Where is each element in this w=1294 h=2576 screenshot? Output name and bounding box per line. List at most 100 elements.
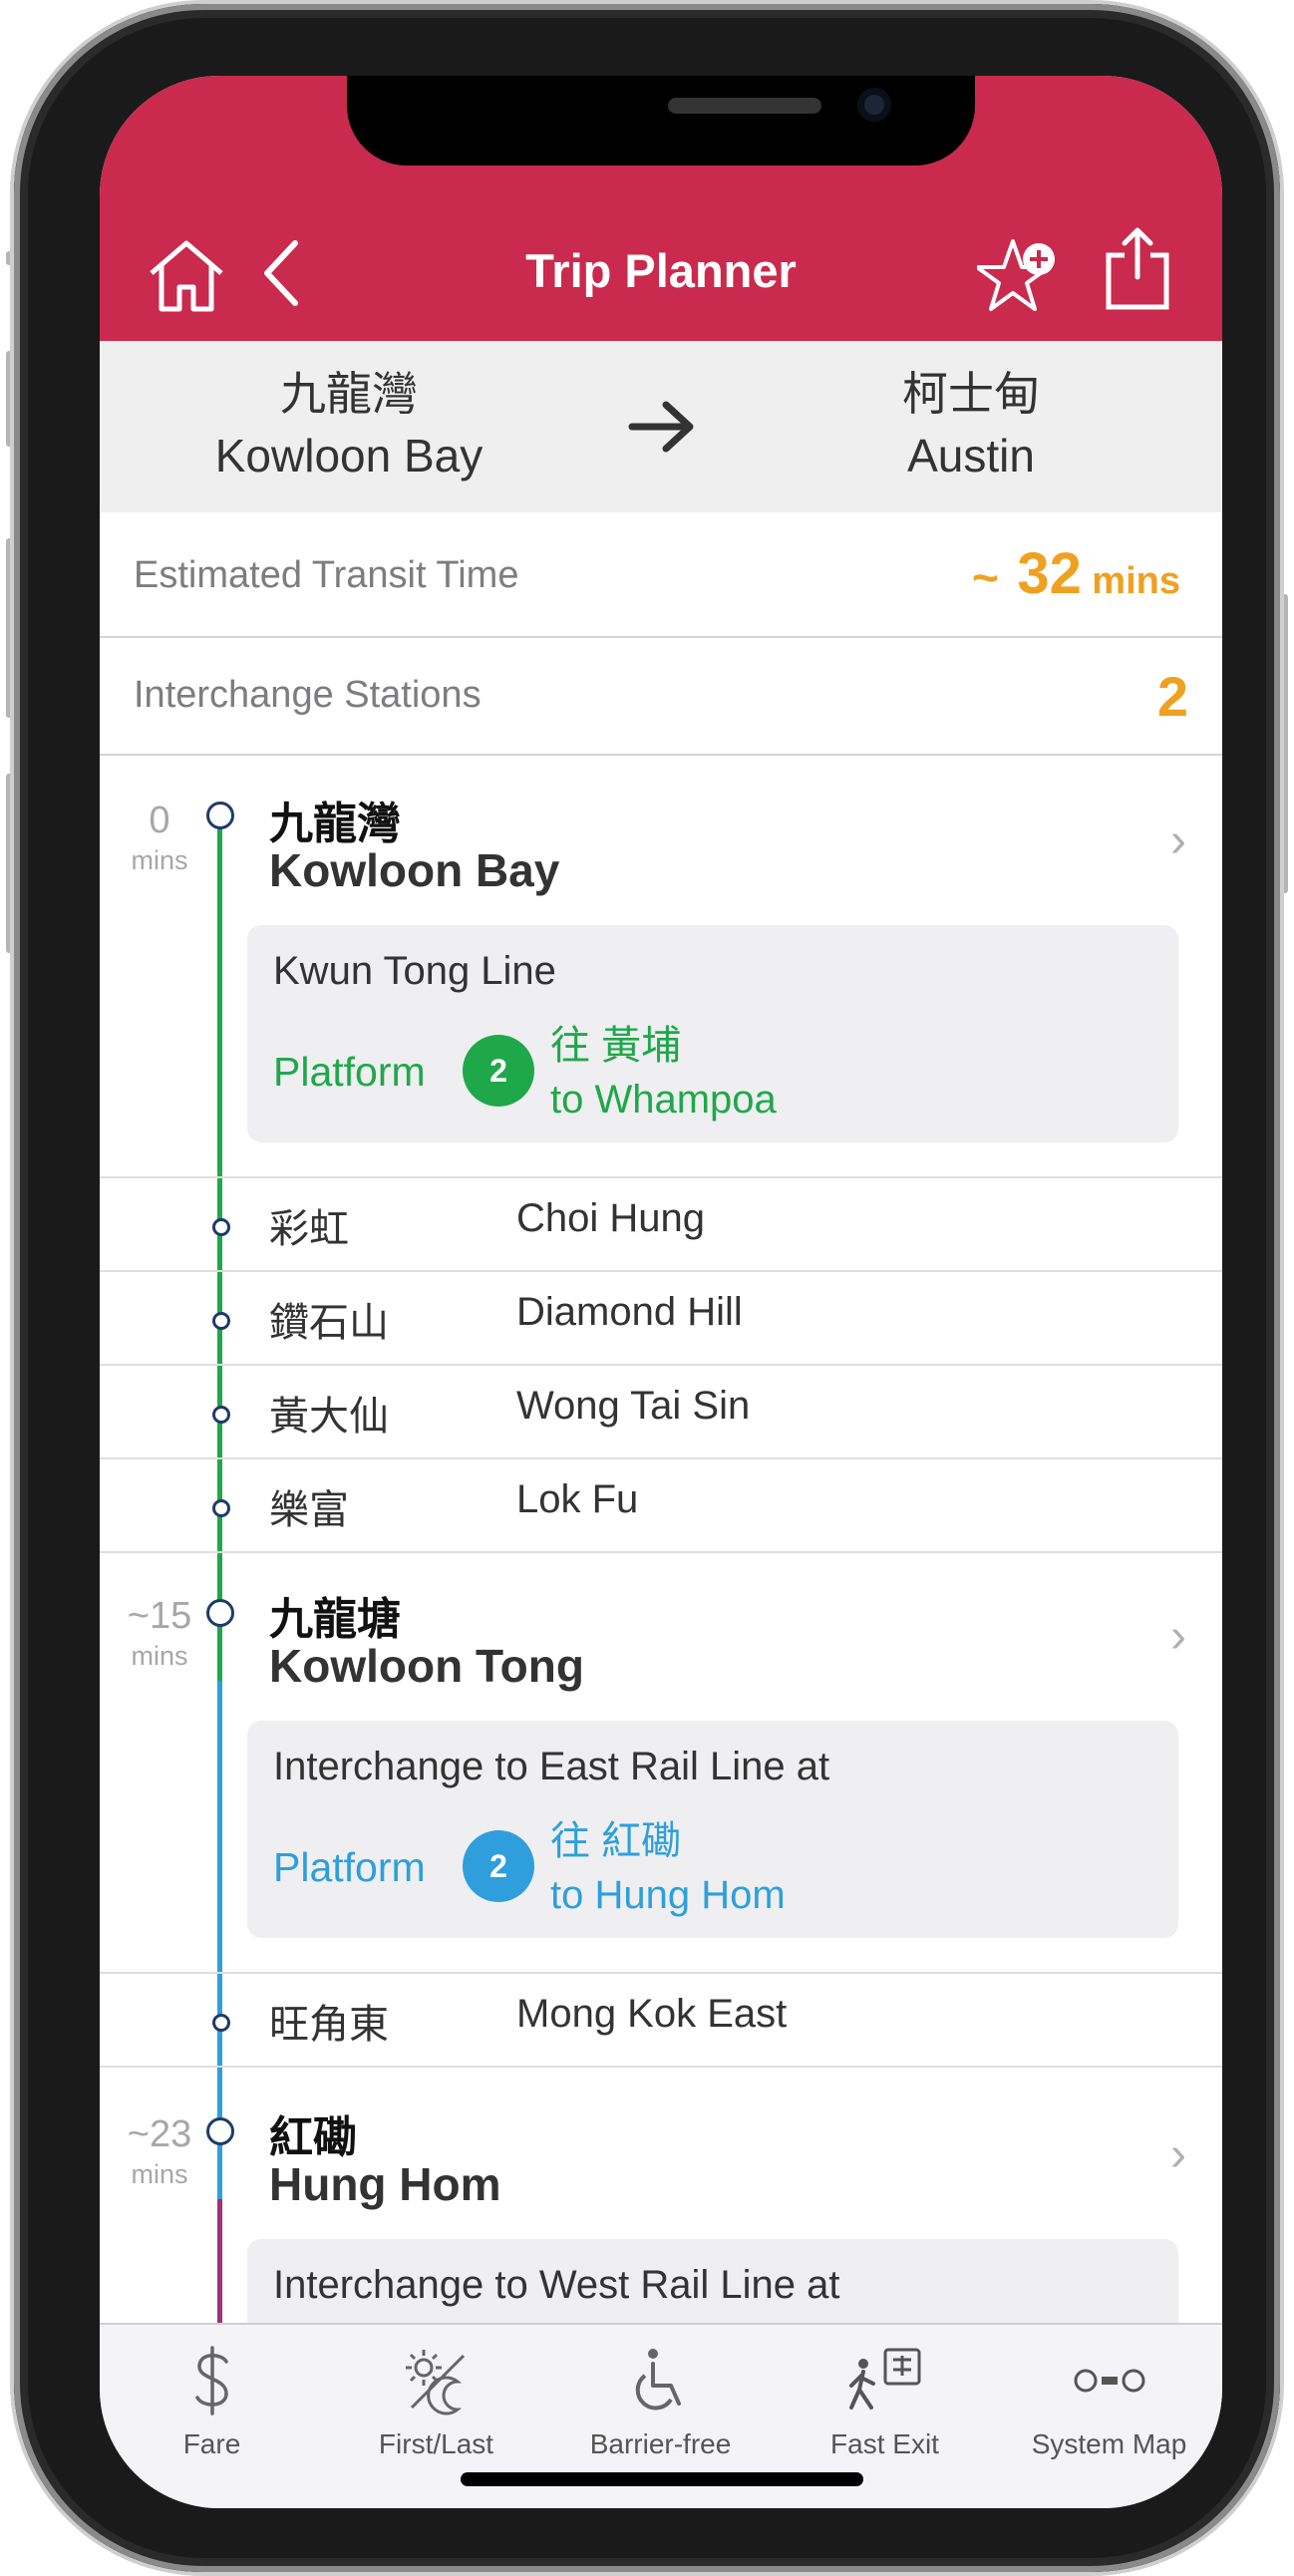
tab-label: Barrier-free (589, 2428, 732, 2459)
intermediate-stop: 鑽石山 Diamond Hill (100, 1272, 1222, 1364)
tab-fare[interactable]: Fare (100, 2341, 324, 2460)
stop-time: ~23 (127, 2113, 192, 2155)
tab-system-map[interactable]: System Map (997, 2341, 1221, 2460)
wheelchair-icon (548, 2341, 773, 2420)
transit-time-approx: ~ (972, 551, 999, 603)
stop-name-en: Diamond Hill (516, 1290, 743, 1334)
destination-en: to Hung Hom (550, 1873, 786, 1917)
tab-label: Fare (182, 2428, 241, 2459)
stop-name-en: Choi Hung (516, 1196, 706, 1240)
stop-time-unit: mins (131, 2159, 188, 2189)
line-name: Kwun Tong Line (273, 949, 556, 993)
line-info-card: Interchange to East Rail Line at Platfor… (247, 1721, 1178, 1938)
stop-dot (206, 802, 234, 829)
transit-time-number: 32 (1017, 541, 1082, 606)
favorite-add-icon[interactable] (975, 235, 1063, 320)
side-button-power (1280, 594, 1288, 893)
stop-name-en: Hung Hom (269, 2158, 501, 2210)
origin-zh: 九龍灣 (280, 368, 418, 420)
platform-destination: 往 黃埔 to Whampoa (550, 1019, 777, 1127)
side-button-volume-up (6, 351, 14, 447)
destination-en: to Whampoa (550, 1078, 777, 1122)
stop-name-zh: 旺角東 (269, 2003, 389, 2047)
arrow-right-icon (628, 399, 698, 460)
west-rail-line-segment (217, 2199, 222, 2323)
destination-zh: 往 黃埔 (550, 1024, 682, 1068)
interchange-label: Interchange Stations (134, 674, 482, 716)
destination-zh: 往 紅磡 (550, 1819, 682, 1863)
interchange-text: Interchange to West Rail Line at (273, 2263, 840, 2307)
share-icon[interactable] (1103, 225, 1172, 318)
interchange-row: Interchange Stations 2 (100, 638, 1222, 756)
stop-name-zh: 紅磡 (269, 2113, 357, 2162)
stop-name-zh: 九龍灣 (269, 800, 401, 848)
stop-name-en: Kowloon Bay (269, 844, 560, 896)
stop-name-zh: 彩虹 (269, 1207, 349, 1251)
side-button-volume-down (6, 538, 14, 718)
tab-label: Fast Exit (830, 2428, 939, 2459)
stop-time-unit: mins (131, 845, 188, 875)
transit-time-label: Estimated Transit Time (134, 554, 519, 596)
intermediate-stop: 樂富 Lok Fu (100, 1459, 1222, 1551)
app-header: Trip Planner (100, 76, 1222, 341)
dollar-icon (100, 2341, 324, 2420)
line-info-card: Kwun Tong Line Platform 2 往 黃埔 to Whampo… (247, 925, 1178, 1142)
chevron-right-icon: › (1170, 814, 1186, 867)
side-button-volume-extra (6, 774, 14, 953)
platform-number-badge: 2 (463, 1035, 534, 1107)
tab-fast-exit[interactable]: Fast Exit (773, 2341, 997, 2460)
transit-time-unit: mins (1092, 560, 1180, 602)
route-summary: 九龍灣 Kowloon Bay 柯士甸 Austin (100, 341, 1222, 514)
destination-zh: 柯士甸 (902, 368, 1040, 420)
stop-name-en: Kowloon Tong (269, 1640, 584, 1692)
stop-dot (206, 1599, 234, 1627)
tab-label: System Map (1031, 2428, 1187, 2459)
transit-time-row: Estimated Transit Time ~ 32 mins (100, 512, 1222, 638)
destination-station[interactable]: 柯士甸 Austin (762, 363, 1180, 486)
origin-en: Kowloon Bay (214, 430, 484, 482)
interchange-text: Interchange to East Rail Line at (273, 1745, 830, 1788)
platform-number-badge: 2 (463, 1830, 534, 1902)
screen: Trip Planner 九龍灣 Kowloon Bay 柯士甸 Austin (100, 76, 1222, 2508)
transit-time-value: ~ 32 mins (972, 540, 1180, 607)
exit-icon (773, 2341, 997, 2420)
tab-first-last[interactable]: First/Last (324, 2341, 548, 2460)
stop-time: ~15 (127, 1595, 192, 1637)
tab-barrier-free[interactable]: Barrier-free (548, 2341, 773, 2460)
intermediate-stop: 黃大仙 Wong Tai Sin (100, 1366, 1222, 1457)
stop-dot (212, 1499, 230, 1517)
origin-station[interactable]: 九龍灣 Kowloon Bay (140, 363, 558, 486)
stop-name-zh: 鑽石山 (269, 1301, 389, 1345)
stop-name-zh: 九龍塘 (269, 1595, 401, 1644)
stop-name-en: Mong Kok East (516, 1992, 788, 2036)
divider (100, 1551, 1222, 1553)
front-camera (857, 88, 891, 122)
speaker (668, 98, 821, 114)
side-button-mute (6, 251, 14, 265)
stop-name-en: Lok Fu (516, 1477, 639, 1521)
phone-frame: Trip Planner 九龍灣 Kowloon Bay 柯士甸 Austin (14, 4, 1280, 2572)
platform-label: Platform (273, 1844, 426, 1890)
intermediate-stop: 彩虹 Choi Hung (100, 1178, 1222, 1270)
system-map-icon (997, 2341, 1221, 2420)
stop-dot (212, 1218, 230, 1236)
stop-name-zh: 黃大仙 (269, 1395, 389, 1439)
tab-label: First/Last (378, 2428, 494, 2459)
stop-dot (212, 1312, 230, 1330)
chevron-right-icon: › (1170, 2128, 1186, 2181)
notch (347, 76, 975, 165)
chevron-right-icon: › (1170, 1610, 1186, 1663)
interchange-count: 2 (1156, 665, 1188, 728)
home-indicator[interactable] (461, 2472, 863, 2486)
platform-destination: 往 紅磡 to Hung Hom (550, 1814, 786, 1922)
stop-dot (212, 2014, 230, 2032)
stop-dot (206, 2117, 234, 2145)
stop-dot (212, 1406, 230, 1424)
destination-en: Austin (907, 430, 1035, 482)
platform-label: Platform (273, 1049, 426, 1095)
intermediate-stop: 旺角東 Mong Kok East (100, 1974, 1222, 2066)
stop-time: 0 (149, 800, 170, 841)
sun-moon-icon (324, 2341, 548, 2420)
stop-name-en: Wong Tai Sin (516, 1384, 751, 1428)
stop-name-zh: 樂富 (269, 1488, 349, 1532)
